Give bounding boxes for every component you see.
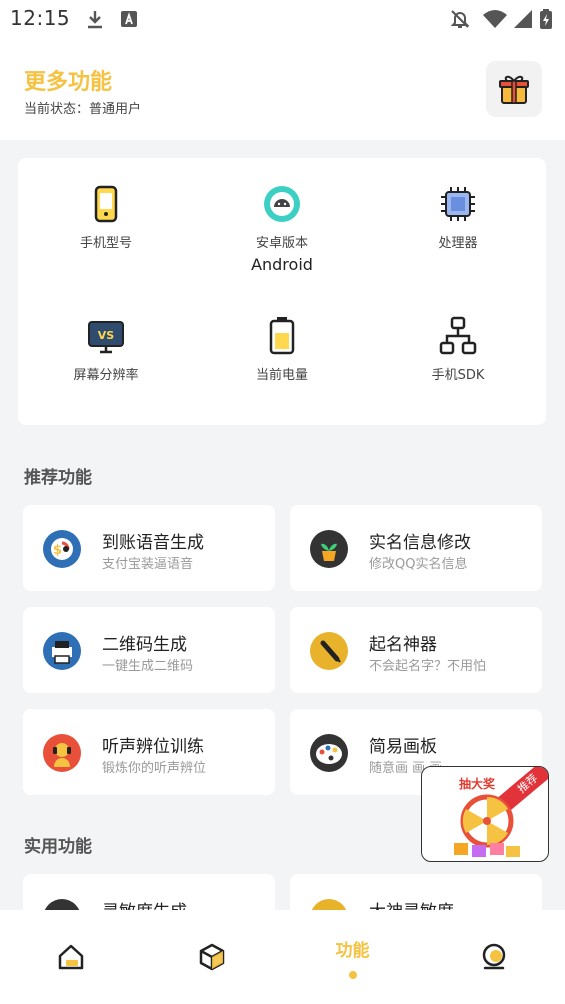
feature-sound-training[interactable]: 听声辨位训练 锻炼你的听声辨位 — [23, 709, 275, 795]
printer-icon — [43, 632, 81, 670]
status-bar: 12:15 — [0, 0, 565, 40]
nav-features-label: 功能 — [335, 940, 370, 961]
practical-section-title: 实用功能 — [24, 837, 92, 857]
android-version-value: Android — [251, 255, 313, 274]
hierarchy-icon — [439, 316, 477, 355]
user-status: 当前状态：普通用户 — [24, 102, 142, 117]
info-battery[interactable]: 当前电量 — [194, 316, 370, 387]
monitor-icon: VS — [88, 321, 124, 354]
status-time: 12:15 — [10, 6, 71, 30]
device-info-card: 手机型号 安卓版本 Android 处理器 VS 屏幕分辨率 当前电量 手机SD… — [18, 158, 546, 425]
signal-icon — [514, 10, 532, 28]
wifi-icon — [483, 10, 507, 28]
phone-icon — [94, 185, 118, 223]
nav-discover[interactable] — [141, 910, 282, 1004]
feature-payment-voice[interactable]: $ 到账语音生成 支付宝装逼语音 — [23, 505, 275, 591]
download-icon — [88, 11, 102, 29]
info-android-version[interactable]: 安卓版本 Android — [194, 184, 370, 274]
payment-voice-icon: $ — [43, 530, 81, 568]
nav-features[interactable]: 功能 — [282, 910, 423, 1004]
processor-icon — [441, 187, 475, 221]
feature-name-generator[interactable]: 起名神器 不会起名字？不用怕 — [290, 607, 542, 693]
cube-icon — [199, 943, 224, 971]
android-icon — [264, 186, 300, 222]
nav-profile[interactable] — [423, 910, 564, 1004]
prize-wheel-icon — [454, 794, 520, 857]
plant-pot-icon — [310, 530, 348, 568]
battery-level-icon — [269, 317, 295, 355]
active-indicator — [348, 970, 357, 979]
gift-button[interactable] — [486, 61, 542, 117]
info-phone-sdk[interactable]: 手机SDK — [370, 316, 546, 387]
info-screen-resolution[interactable]: VS 屏幕分辨率 — [18, 316, 194, 387]
info-phone-model[interactable]: 手机型号 — [18, 184, 194, 255]
profile-icon — [482, 943, 505, 970]
gift-icon — [499, 75, 529, 104]
svg-text:$: $ — [53, 543, 62, 558]
recommended-section-title: 推荐功能 — [24, 468, 92, 488]
feature-qrcode-generate[interactable]: 二维码生成 一键生成二维码 — [23, 607, 275, 693]
battery-icon — [540, 9, 552, 29]
home-icon — [58, 944, 83, 970]
notifications-off-icon — [450, 10, 470, 28]
palette-icon — [310, 734, 348, 772]
svg-text:VS: VS — [98, 329, 115, 342]
lucky-draw-promo[interactable]: 抽大奖 推荐 — [421, 766, 549, 862]
pen-icon — [310, 632, 348, 670]
headphones-person-icon — [43, 734, 81, 772]
page-title: 更多功能 — [24, 70, 113, 95]
feature-realname-edit[interactable]: 实名信息修改 修改QQ实名信息 — [290, 505, 542, 591]
info-processor[interactable]: 处理器 — [370, 184, 546, 255]
nav-home[interactable] — [0, 910, 141, 1004]
page-header: 更多功能 当前状态：普通用户 — [0, 40, 565, 140]
bottom-navigation: 功能 — [0, 910, 565, 1004]
font-app-icon — [121, 11, 137, 27]
